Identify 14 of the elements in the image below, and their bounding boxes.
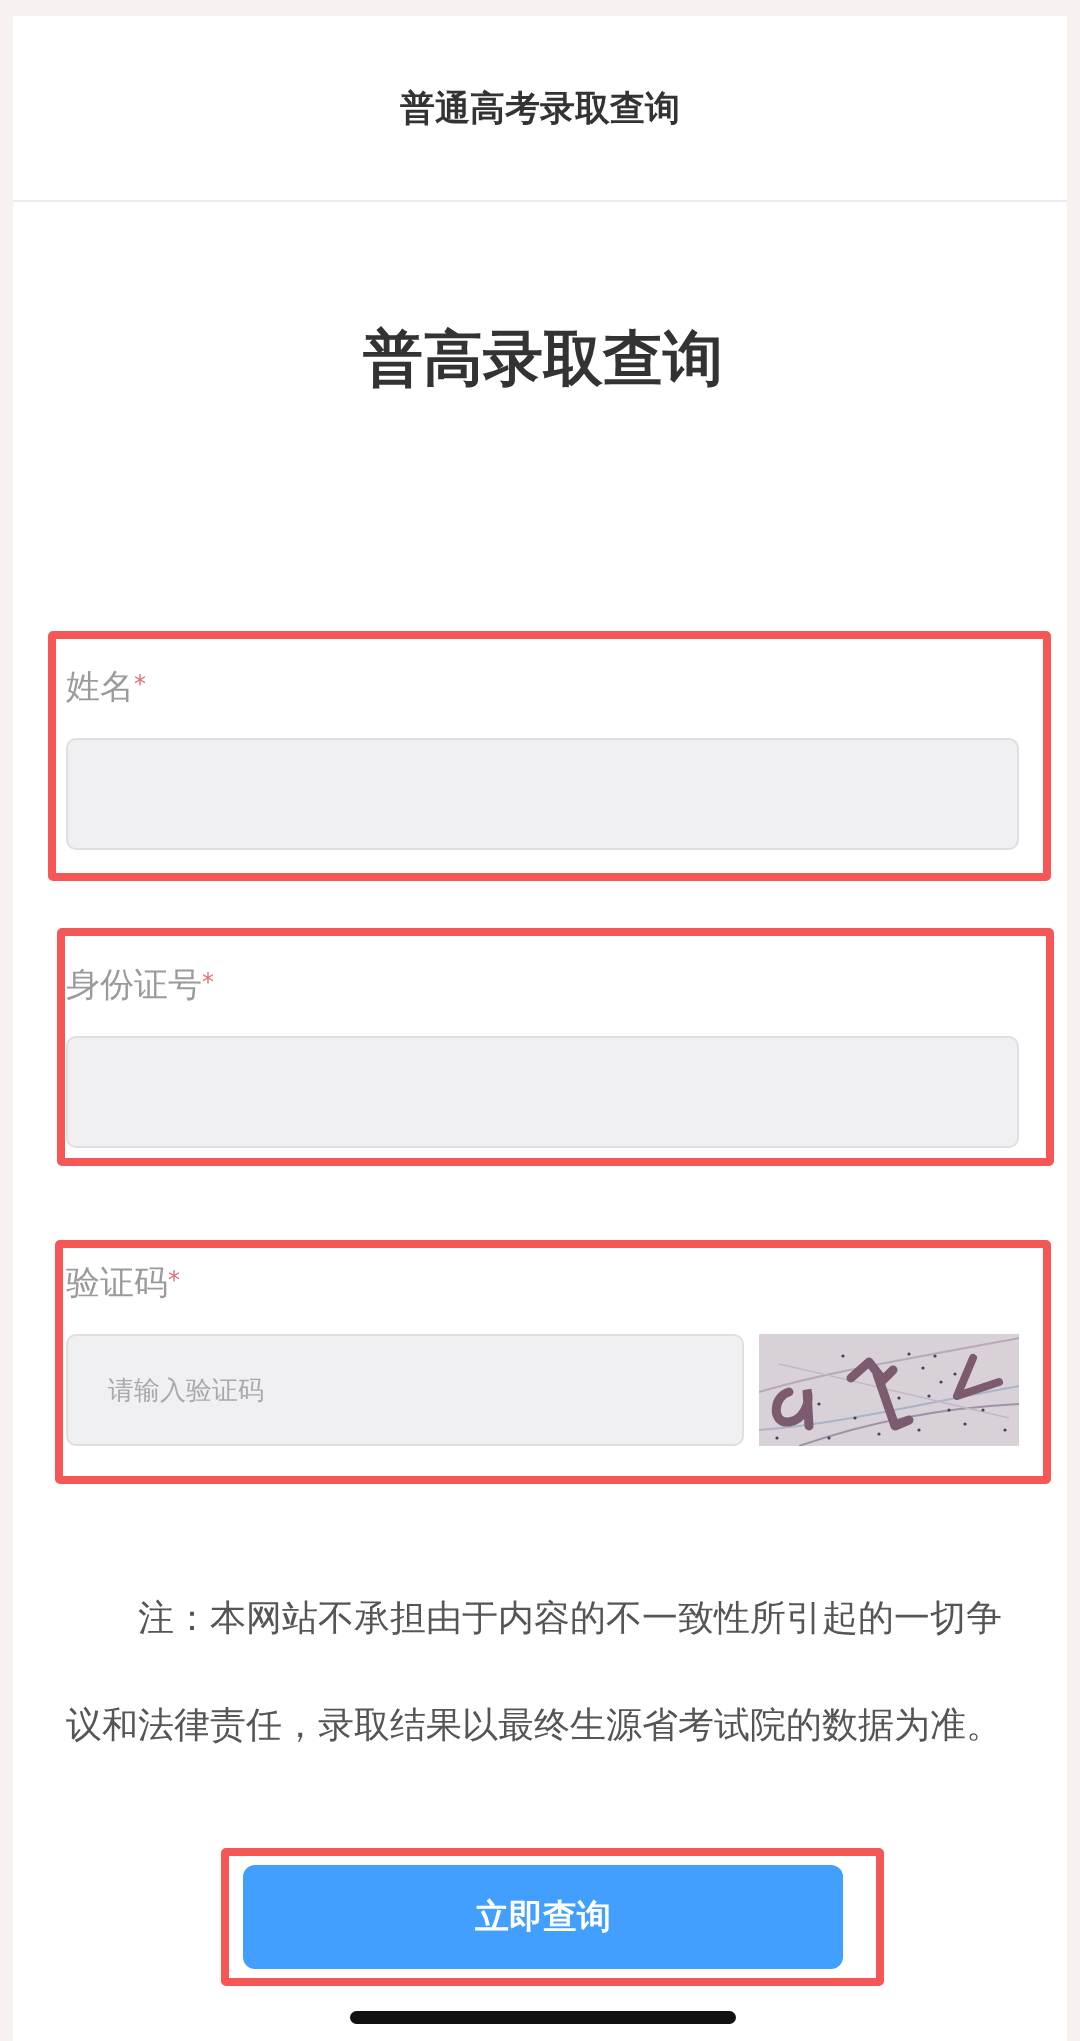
- required-mark: *: [202, 967, 214, 998]
- captcha-image[interactable]: [759, 1334, 1019, 1446]
- header-title: 普通高考录取查询: [400, 87, 680, 130]
- field-label: 姓名: [66, 665, 134, 708]
- field-label: 身份证号: [66, 963, 202, 1006]
- captcha-input-field[interactable]: 请输入验证码: [66, 1334, 744, 1446]
- input-field[interactable]: [66, 738, 1019, 850]
- submit-button[interactable]: 立即查询: [242, 1865, 843, 1969]
- disclaimer-note: 注：本网站不承担由于内容的不一致性所引起的一切争议和法律责任，录取结果以最终生源省考试院的数据为准。: [66, 1596, 1003, 1747]
- field-label: 验证码: [66, 1261, 168, 1304]
- page-heading: 普高录取查询: [361, 327, 724, 389]
- required-mark: *: [134, 669, 146, 700]
- input-field[interactable]: [66, 1036, 1019, 1148]
- required-mark: *: [168, 1265, 180, 1296]
